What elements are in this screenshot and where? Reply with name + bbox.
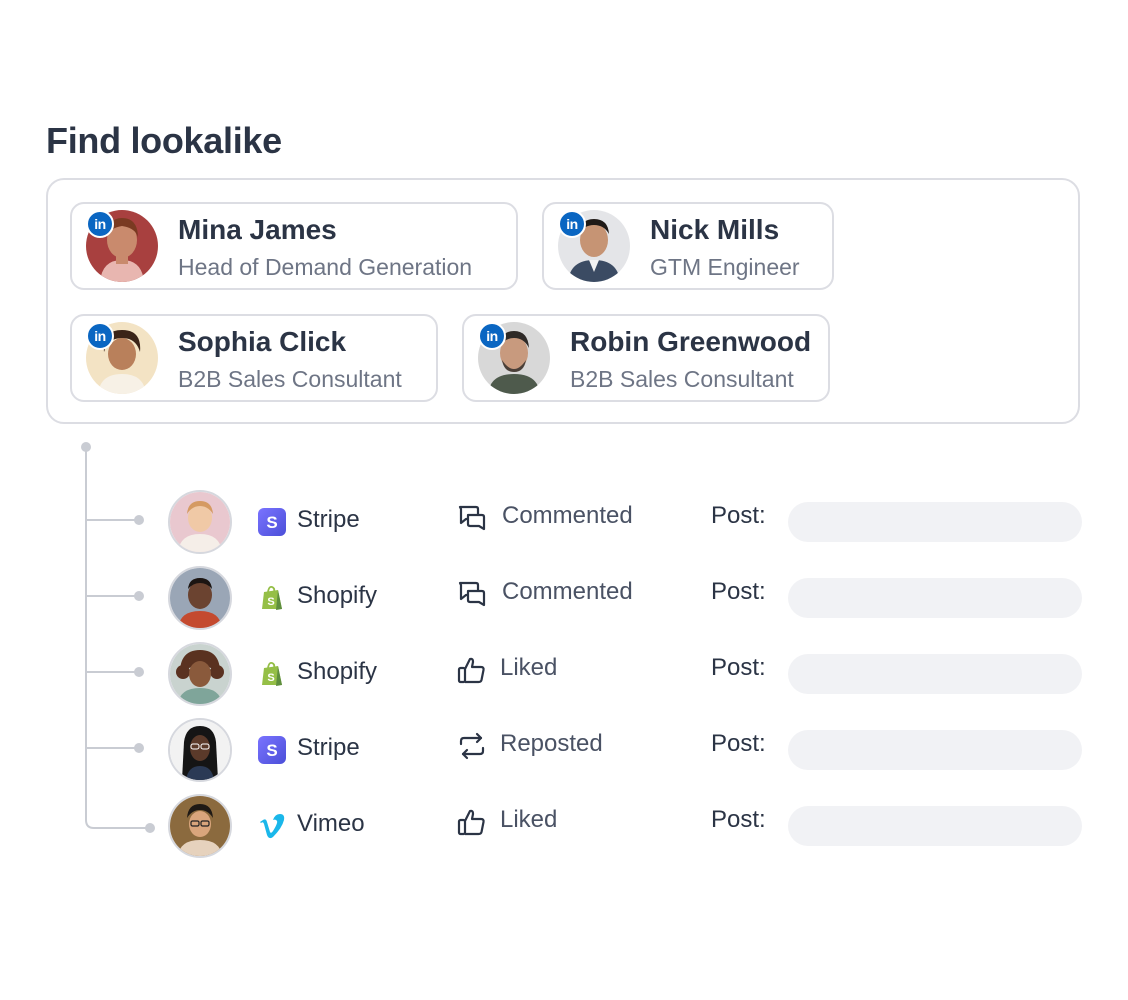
post-preview-placeholder[interactable] bbox=[788, 578, 1082, 618]
avatar bbox=[168, 566, 232, 630]
post-preview-placeholder[interactable] bbox=[788, 806, 1082, 846]
shopify-icon: S bbox=[262, 661, 282, 686]
post-label: Post: bbox=[711, 806, 766, 833]
thumbs-up-icon bbox=[457, 657, 485, 684]
vimeo-icon bbox=[260, 814, 285, 839]
action-label: Liked bbox=[500, 654, 558, 681]
comment-icon bbox=[458, 581, 486, 607]
shopify-icon: S bbox=[262, 585, 282, 610]
comment-icon bbox=[458, 505, 486, 531]
action-label: Commented bbox=[502, 502, 633, 529]
company-name: Vimeo bbox=[297, 810, 365, 837]
activity-row[interactable]: S Stripe Reposted Post: bbox=[0, 714, 1128, 790]
post-preview-placeholder[interactable] bbox=[788, 502, 1082, 542]
company-name: Stripe bbox=[297, 734, 360, 761]
post-preview-placeholder[interactable] bbox=[788, 654, 1082, 694]
svg-text:S: S bbox=[266, 741, 277, 760]
company-name: Shopify bbox=[297, 658, 378, 685]
post-label: Post: bbox=[711, 654, 766, 681]
company-name: Stripe bbox=[297, 506, 360, 533]
repost-icon bbox=[459, 732, 485, 760]
stripe-icon: S bbox=[258, 508, 286, 536]
activity-row[interactable]: S Shopify Commented Post: bbox=[0, 562, 1128, 638]
post-label: Post: bbox=[711, 578, 766, 605]
avatar bbox=[168, 642, 232, 706]
activity-row[interactable]: Vimeo Liked Post: bbox=[0, 790, 1128, 866]
activity-row[interactable]: S Stripe Commented Post: bbox=[0, 486, 1128, 562]
action-label: Liked bbox=[500, 806, 558, 833]
thumbs-up-icon bbox=[457, 809, 485, 836]
stripe-icon: S bbox=[258, 736, 286, 764]
action-label: Commented bbox=[502, 578, 633, 605]
avatar bbox=[168, 718, 232, 782]
activity-row[interactable]: S Shopify Liked Post: bbox=[0, 638, 1128, 714]
avatar bbox=[168, 794, 232, 858]
post-label: Post: bbox=[711, 502, 766, 529]
action-label: Reposted bbox=[500, 730, 603, 757]
company-name: Shopify bbox=[297, 582, 378, 609]
avatar bbox=[168, 490, 232, 554]
post-label: Post: bbox=[711, 730, 766, 757]
post-preview-placeholder[interactable] bbox=[788, 730, 1082, 770]
svg-text:S: S bbox=[267, 672, 274, 684]
svg-text:S: S bbox=[267, 596, 274, 608]
svg-text:S: S bbox=[266, 513, 277, 532]
